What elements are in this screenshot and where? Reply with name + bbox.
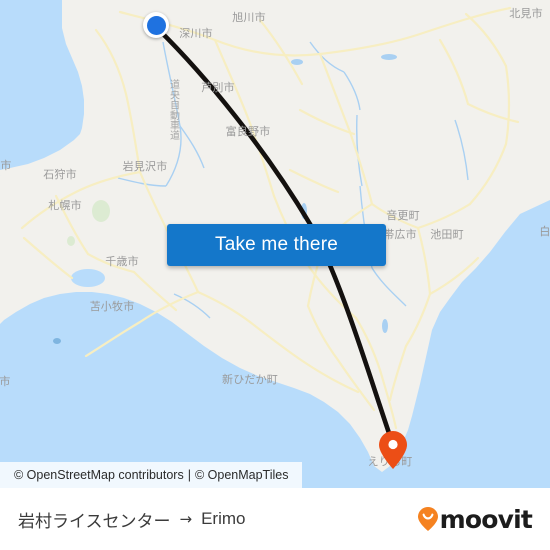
map-canvas[interactable]: 旭川市 北見市 深川市 芦別市 富良野市 道央自動車道 石狩市 岩見沢市 市 札… [0,0,550,488]
route-origin-label: 岩村ライスセンター [18,511,171,532]
map-attribution[interactable]: © OpenStreetMap contributors | © OpenMap… [0,462,303,488]
arrow-right-icon: → [179,510,193,528]
lake-small-4 [291,59,303,65]
take-me-there-button[interactable]: Take me there [167,224,386,266]
route-summary: 岩村ライスセンター → Erimo [18,507,245,532]
park-2 [67,236,75,246]
moovit-pin-smile-icon [417,507,438,531]
moovit-wordmark: moovit [439,504,533,534]
map-pin-icon [379,431,407,469]
moovit-logo[interactable]: moovit [417,504,533,534]
attribution-openmaptiles[interactable]: © OpenMapTiles [195,468,289,482]
moovit-route-map-widget: 旭川市 北見市 深川市 芦別市 富良野市 道央自動車道 石狩市 岩見沢市 市 札… [0,0,550,550]
lake-small-3 [381,54,397,60]
destination-map-pin[interactable] [378,430,408,470]
park-1 [92,200,110,222]
lake-small-5 [382,319,388,333]
attribution-osm[interactable]: © OpenStreetMap contributors [14,468,184,482]
attribution-separator: | [187,468,191,482]
route-destination-label: Erimo [201,509,246,528]
lake-small-1 [53,338,61,344]
origin-location-marker[interactable] [143,12,169,38]
blue-dot-icon [146,15,166,35]
lake-shikotsu [71,269,105,287]
footer-bar: 岩村ライスセンター → Erimo moovit [0,488,550,550]
